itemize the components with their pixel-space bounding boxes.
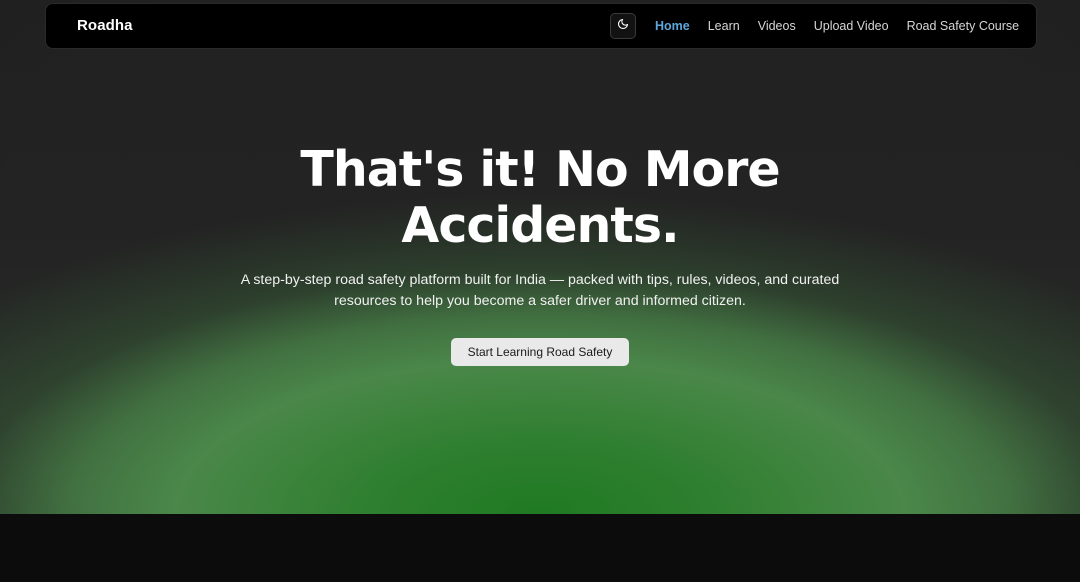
page: Roadha Home Learn Videos Upload Video Ro…	[0, 0, 1080, 582]
nav-link-road-safety-course[interactable]: Road Safety Course	[907, 19, 1020, 33]
nav-link-home[interactable]: Home	[655, 19, 690, 33]
hero-subtitle-line2: resources to help you become a safer dri…	[334, 293, 746, 309]
hero-headline: That's it! No More Accidents.	[160, 142, 920, 254]
hero-headline-line1: That's it! No More	[300, 141, 780, 198]
hero-content: That's it! No More Accidents. A step-by-…	[0, 142, 1080, 366]
navbar: Roadha Home Learn Videos Upload Video Ro…	[45, 3, 1037, 49]
nav-link-upload-video[interactable]: Upload Video	[814, 19, 889, 33]
hero-subtitle-line1: A step-by-step road safety platform buil…	[240, 272, 840, 288]
footer-band	[0, 514, 1080, 582]
hero-subtitle: A step-by-step road safety platform buil…	[240, 270, 840, 312]
brand-logo[interactable]: Roadha	[77, 17, 133, 34]
nav-link-learn[interactable]: Learn	[708, 19, 740, 33]
moon-icon	[617, 17, 629, 35]
start-learning-button[interactable]: Start Learning Road Safety	[450, 338, 630, 366]
nav-link-videos[interactable]: Videos	[758, 19, 796, 33]
nav-links: Home Learn Videos Upload Video Road Safe…	[655, 19, 1019, 33]
theme-toggle-button[interactable]	[610, 13, 636, 39]
hero-headline-line2: Accidents.	[401, 197, 679, 254]
